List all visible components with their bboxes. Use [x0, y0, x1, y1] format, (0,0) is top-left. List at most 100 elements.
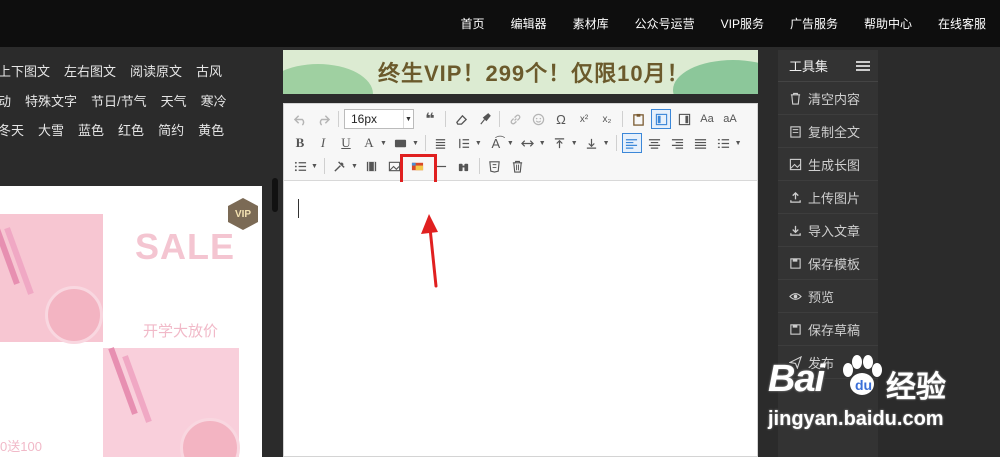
subscript-icon[interactable]: x₂ [597, 109, 617, 129]
tool-import-article[interactable]: 导入文章 [778, 214, 878, 247]
margin-bottom-icon[interactable] [582, 133, 602, 153]
indent-icon[interactable] [518, 133, 538, 153]
chevron-down-icon[interactable]: ▼ [735, 140, 742, 147]
tag-item[interactable]: 节日/节气 [91, 91, 147, 110]
tag-item[interactable]: 阅读原文 [130, 61, 182, 80]
emoji-icon[interactable] [528, 109, 548, 129]
text-caret [298, 199, 299, 218]
chevron-down-icon[interactable]: ▼ [475, 140, 482, 147]
tag-item[interactable]: 冬天 [0, 120, 24, 139]
quote-icon[interactable]: ❝ [420, 109, 440, 129]
nav-materials[interactable]: 素材库 [573, 15, 609, 32]
font-case-upper-icon[interactable]: Aa [697, 109, 717, 129]
tool-copy-all[interactable]: 复制全文 [778, 115, 878, 148]
nav-home[interactable]: 首页 [461, 15, 485, 32]
underline-icon[interactable]: U [336, 133, 356, 153]
font-size-select[interactable]: 16px ▼ [344, 109, 414, 129]
clear-trash-icon[interactable] [508, 156, 528, 176]
tag-row: 冬天 大雪 蓝色 红色 简约 黄色 [0, 120, 238, 139]
svg-text:du: du [855, 377, 872, 393]
tag-item[interactable]: 大雪 [38, 120, 64, 139]
align-center-icon[interactable] [645, 133, 665, 153]
chevron-down-icon[interactable]: ▼ [412, 140, 419, 147]
video-icon[interactable] [362, 156, 382, 176]
template-preview-card[interactable]: SALE 开学大放价 0送100 VIP [0, 186, 262, 457]
editor-content-area[interactable] [284, 182, 757, 456]
redo-icon[interactable] [313, 109, 333, 129]
tag-item[interactable]: 天气 [161, 91, 187, 110]
letter-spacing-icon[interactable]: A͡ [486, 133, 506, 153]
link-icon[interactable] [505, 109, 525, 129]
tag-item[interactable]: 简约 [158, 120, 184, 139]
toolbar-separator [323, 158, 325, 174]
chevron-down-icon[interactable]: ▼ [603, 140, 610, 147]
font-case-lower-icon[interactable]: aA [720, 109, 740, 129]
undo-icon[interactable] [290, 109, 310, 129]
line-height-icon[interactable] [454, 133, 474, 153]
nav-online-service[interactable]: 在线客服 [938, 15, 986, 32]
chevron-down-icon[interactable]: ▼ [571, 140, 578, 147]
image-icon [788, 157, 802, 171]
font-color-icon[interactable]: A [359, 133, 379, 153]
ordered-list-icon[interactable] [714, 133, 734, 153]
upload-icon [788, 190, 802, 204]
nav-vip-service[interactable]: VIP服务 [721, 15, 764, 32]
margin-top-icon[interactable] [550, 133, 570, 153]
tool-preview[interactable]: 预览 [778, 280, 878, 313]
nav-help-center[interactable]: 帮助中心 [864, 15, 912, 32]
tool-clear-content[interactable]: 清空内容 [778, 82, 878, 115]
format-brush-icon[interactable] [474, 109, 494, 129]
align-right-icon[interactable] [668, 133, 688, 153]
tool-label: 预览 [808, 289, 835, 305]
align-justify-icon[interactable] [691, 133, 711, 153]
watermark-url: jingyan.baidu.com [768, 408, 944, 430]
menu-icon[interactable] [856, 60, 870, 71]
superscript-icon[interactable]: x² [574, 109, 594, 129]
eye-icon [788, 289, 802, 303]
tag-item[interactable]: 左右图文 [64, 61, 116, 80]
bold-icon[interactable]: B [290, 133, 310, 153]
nav-editor[interactable]: 编辑器 [511, 15, 547, 32]
tag-item[interactable]: 红色 [118, 120, 144, 139]
sale-title: SALE [135, 226, 236, 267]
tag-item[interactable]: 寒冷 [201, 91, 227, 110]
tag-item[interactable]: 古风 [196, 61, 222, 80]
tools-title: 工具集 [789, 59, 829, 74]
tools-icon[interactable] [330, 156, 350, 176]
tag-item[interactable]: 蓝色 [78, 120, 104, 139]
special-char-icon[interactable]: Ω [551, 109, 571, 129]
background-color-icon[interactable] [391, 133, 411, 153]
align-left-icon[interactable] [621, 133, 642, 153]
tool-label: 导入文章 [808, 223, 861, 239]
tag-item[interactable]: 黄色 [198, 120, 224, 139]
find-replace-icon[interactable] [454, 156, 474, 176]
chevron-down-icon: ▼ [403, 110, 413, 128]
nav-ad-service[interactable]: 广告服务 [790, 15, 838, 32]
italic-icon[interactable]: I [313, 133, 333, 153]
tag-item[interactable]: 特殊文字 [25, 91, 77, 110]
save-icon [788, 322, 802, 336]
chevron-down-icon[interactable]: ▼ [380, 140, 387, 147]
chevron-down-icon[interactable]: ▼ [539, 140, 546, 147]
tool-upload-image[interactable]: 上传图片 [778, 181, 878, 214]
eraser-icon[interactable] [451, 109, 471, 129]
chevron-down-icon[interactable]: ▼ [311, 163, 318, 170]
tag-item[interactable]: 上下图文 [0, 61, 50, 80]
tools-header: 工具集 [778, 50, 878, 82]
paste-icon[interactable] [628, 109, 648, 129]
nav-official-account[interactable]: 公众号运营 [635, 15, 695, 32]
tool-save-template[interactable]: 保存模板 [778, 247, 878, 280]
float-right-icon[interactable] [674, 109, 694, 129]
toolbar-separator [478, 158, 480, 174]
chevron-down-icon[interactable]: ▼ [507, 140, 514, 147]
paragraph-spacing-icon[interactable] [431, 133, 451, 153]
unordered-list-icon[interactable] [290, 156, 310, 176]
scrollbar-thumb[interactable] [272, 178, 278, 212]
chevron-down-icon[interactable]: ▼ [351, 163, 358, 170]
html-code-icon[interactable] [485, 156, 505, 176]
tag-item[interactable]: 动 [0, 91, 11, 110]
promo-banner[interactable]: 终生VIP！299个！仅限10月！ [283, 50, 758, 94]
tool-long-image[interactable]: 生成长图 [778, 148, 878, 181]
tool-save-draft[interactable]: 保存草稿 [778, 313, 878, 346]
float-left-icon[interactable] [651, 109, 671, 129]
